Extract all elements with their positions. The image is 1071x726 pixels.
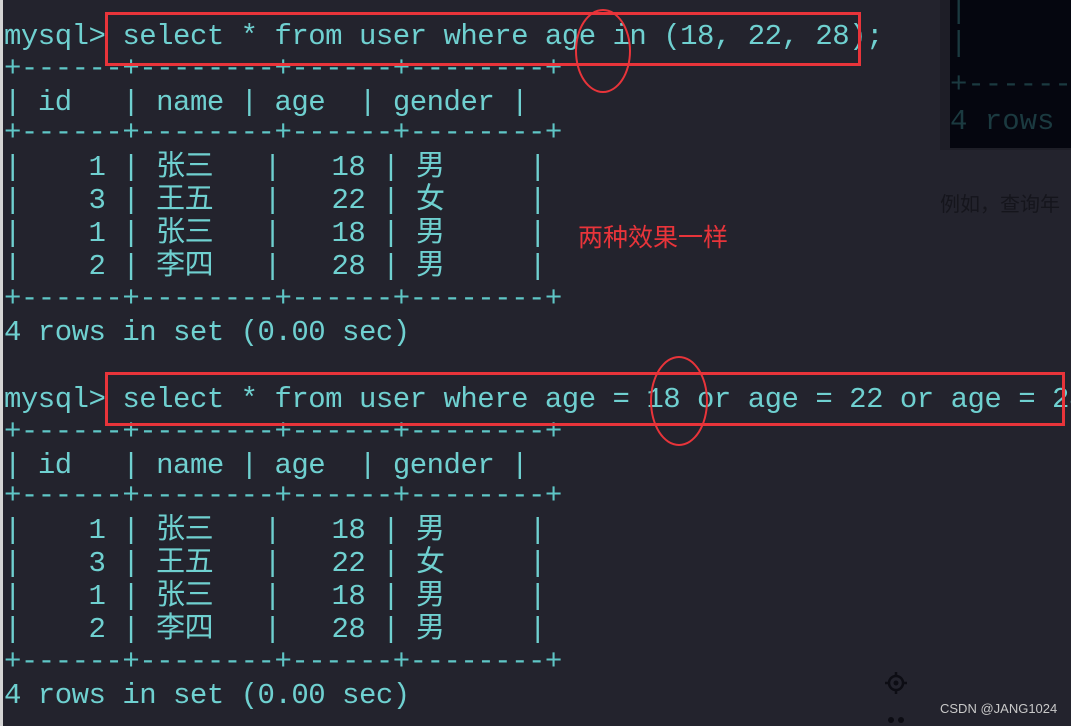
annotation-box-query-1 [105,12,861,66]
table-header-row: | id | name | age | gender | [4,86,529,119]
table-border-mid: +------+--------+------+--------+ [4,479,562,512]
bg-term-line: | 2 [950,27,968,60]
cell-name: 张三 [156,580,214,613]
cell-gender: 男 [416,580,445,613]
terminal-output-query-1: mysql> select * from user where age in (… [4,0,883,363]
table-border-bottom: +------+--------+------+--------+ [4,282,562,315]
cell-age: 18 [331,217,366,250]
locate-icon[interactable] [884,671,908,695]
terminal-output-query-2: mysql> select * from user where age = 18… [4,363,1071,726]
cell-name: 李四 [156,613,214,646]
table-border-mid: +------+--------+------+--------+ [4,116,562,149]
table-row: | 2 | 李四 | 28 | 男 | [4,613,546,646]
table-header-row: | id | name | age | gender | [4,449,529,482]
col-header-gender: gender [392,449,495,482]
cell-id: 1 [88,580,106,613]
cell-gender: 女 [416,184,445,217]
col-header-id: id [37,86,72,119]
watermark: CSDN @JANG1024 [940,701,1058,716]
drag-handle-icon[interactable] [886,714,906,726]
prompt: mysql> [4,20,106,53]
cell-id: 1 [88,151,106,184]
cell-id: 2 [88,613,106,646]
cell-id: 1 [88,217,106,250]
bg-term-line: | 1 [950,0,968,27]
result-summary: 4 rows in set (0.00 sec) [4,679,410,712]
cell-age: 28 [331,250,366,283]
cell-gender: 男 [416,151,445,184]
cell-id: 3 [88,547,106,580]
annotation-circle-or [650,356,708,446]
cell-id: 3 [88,184,106,217]
col-header-name: name [156,449,224,482]
annotation-box-query-2 [105,372,1065,426]
table-row: | 1 | 张三 | 18 | 男 | [4,514,546,547]
cell-name: 张三 [156,151,214,184]
col-header-age: age [274,86,326,119]
cell-age: 18 [331,514,366,547]
cell-gender: 男 [416,514,445,547]
cell-age: 18 [331,151,366,184]
cell-name: 张三 [156,217,214,250]
background-terminal-snippet: | 1 | 2 +------ 4 rows [950,0,1071,148]
cell-name: 王五 [156,547,214,580]
col-header-gender: gender [392,86,495,119]
table-border-bottom: +------+--------+------+--------+ [4,645,562,678]
col-header-age: age [274,449,326,482]
table-row: | 1 | 张三 | 18 | 男 | [4,580,546,613]
col-header-id: id [37,449,72,482]
cell-age: 18 [331,580,366,613]
cell-name: 张三 [156,514,214,547]
cell-age: 28 [331,613,366,646]
bg-term-line: 4 rows [950,105,1055,138]
cell-age: 22 [331,184,366,217]
table-row: | 1 | 张三 | 18 | 男 | [4,217,546,250]
cell-gender: 女 [416,547,445,580]
prompt: mysql> [4,383,106,416]
cell-name: 王五 [156,184,214,217]
cell-id: 2 [88,250,106,283]
col-header-name: name [156,86,224,119]
table-row: | 3 | 王五 | 22 | 女 | [4,184,546,217]
annotation-circle-in [575,9,631,93]
table-row: | 2 | 李四 | 28 | 男 | [4,250,546,283]
cell-gender: 男 [416,613,445,646]
window-left-edge [0,0,3,726]
result-summary: 4 rows in set (0.00 sec) [4,316,410,349]
cell-gender: 男 [416,250,445,283]
background-article-text: 例如，查询年 [940,192,1060,216]
table-row: | 3 | 王五 | 22 | 女 | [4,547,546,580]
annotation-note: 两种效果一样 [578,223,729,252]
table-row: | 1 | 张三 | 18 | 男 | [4,151,546,184]
cell-gender: 男 [416,217,445,250]
cell-id: 1 [88,514,106,547]
cell-name: 李四 [156,250,214,283]
bg-term-line: +------ [950,68,1071,101]
cell-age: 22 [331,547,366,580]
